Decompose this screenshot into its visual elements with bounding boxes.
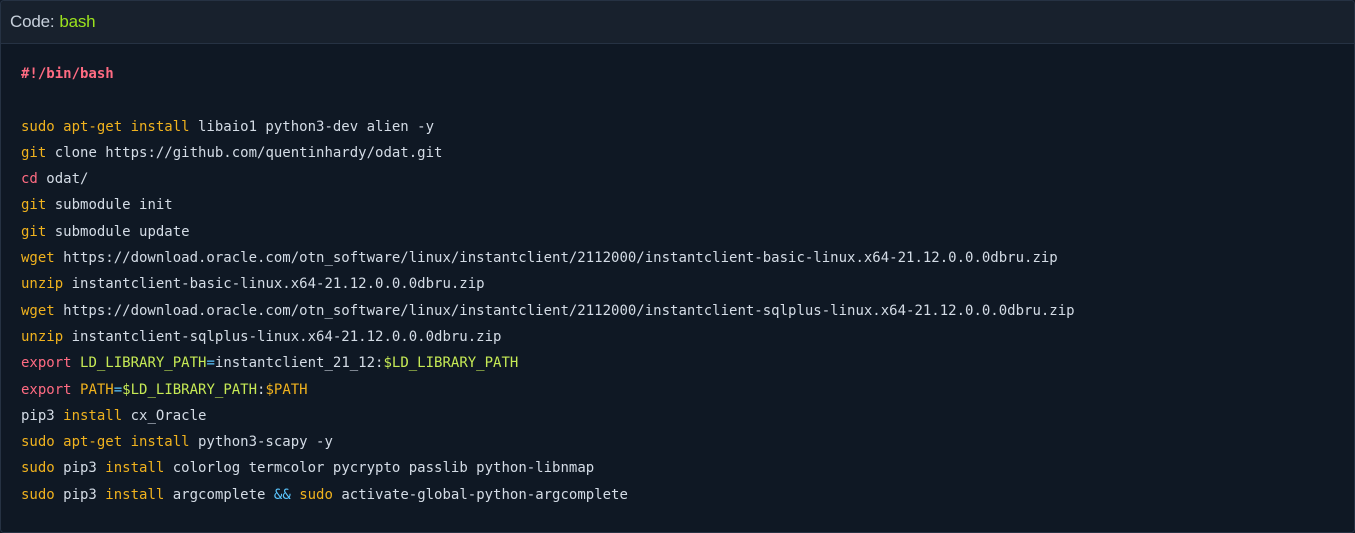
code-token: cx_Oracle: [122, 407, 207, 424]
code-green-token: LD_LIBRARY_PATH: [80, 355, 207, 372]
code-token: https://download.oracle.com/otn_software…: [54, 250, 1058, 267]
code-token: instantclient-basic-linux.x64-21.12.0.0.…: [63, 276, 485, 293]
code-git-token: git: [21, 144, 47, 161]
code-kw-token: sudo apt-get install: [21, 434, 190, 451]
code-token: libaio1 python3-dev alien -y: [189, 118, 435, 135]
code-git-token: git: [21, 197, 47, 214]
code-token: https://download.oracle.com/otn_software…: [54, 302, 1075, 319]
language-label: bash: [59, 12, 96, 31]
code-label: Code:: [10, 12, 55, 31]
code-token: argcomplete: [164, 486, 274, 503]
code-line[interactable]: git clone https://github.com/quentinhard…: [21, 140, 1334, 166]
code-op-token: =: [206, 355, 215, 372]
code-line[interactable]: sudo pip3 install colorlog termcolor pyc…: [21, 455, 1334, 481]
code-kw-token: sudo: [21, 460, 55, 477]
code-line[interactable]: unzip instantclient-basic-linux.x64-21.1…: [21, 271, 1334, 297]
code-kw-token: wget: [21, 302, 55, 319]
code-kw-token: install: [105, 460, 165, 477]
code-green-token: $LD_LIBRARY_PATH: [383, 355, 519, 372]
code-line[interactable]: export PATH=$LD_LIBRARY_PATH:$PATH: [21, 377, 1334, 403]
code-token: colorlog termcolor pycrypto passlib pyth…: [164, 460, 595, 477]
code-builtin-token: export: [21, 381, 72, 398]
code-kw-token: install: [54, 407, 123, 424]
code-builtin-token: export: [21, 355, 72, 372]
code-token: odat/: [37, 171, 89, 188]
code-token: pip3: [21, 407, 55, 424]
code-git-token: git: [21, 223, 47, 240]
code-line[interactable]: [21, 87, 1334, 113]
code-line[interactable]: export LD_LIBRARY_PATH=instantclient_21_…: [21, 350, 1334, 376]
code-line[interactable]: #!/bin/bash: [21, 61, 1334, 87]
code-line[interactable]: sudo pip3 install argcomplete && sudo ac…: [21, 482, 1334, 508]
code-shebang-token: #!/bin/bash: [21, 66, 114, 82]
code-token: pip3: [54, 460, 106, 477]
code-block[interactable]: #!/bin/bash sudo apt-get install libaio1 …: [21, 61, 1334, 508]
code-kw-token: sudo: [21, 486, 55, 503]
code-line[interactable]: unzip instantclient-sqlplus-linux.x64-21…: [21, 324, 1334, 350]
code-line[interactable]: sudo apt-get install python3-scapy -y: [21, 429, 1334, 455]
code-header: Code: bash: [1, 1, 1354, 44]
code-kw-token: PATH: [80, 381, 114, 398]
code-op-token: =: [113, 381, 123, 398]
code-kw-token: unzip: [21, 328, 64, 345]
code-body[interactable]: #!/bin/bash sudo apt-get install libaio1 …: [1, 45, 1354, 532]
code-line[interactable]: wget https://download.oracle.com/otn_sof…: [21, 245, 1334, 271]
code-op-token: &&: [273, 486, 291, 503]
code-token: submodule update: [46, 223, 190, 240]
code-line[interactable]: cd odat/: [21, 166, 1334, 192]
code-token: activate-global-python-argcomplete: [332, 486, 628, 503]
code-kw-token: sudo apt-get install: [21, 118, 190, 135]
code-token: python3-scapy -y: [189, 434, 333, 451]
code-line[interactable]: wget https://download.oracle.com/otn_sof…: [21, 298, 1334, 324]
code-builtin-token: cd: [21, 171, 38, 188]
code-card: Code: bash #!/bin/bash sudo apt-get insta…: [0, 0, 1355, 533]
code-line[interactable]: pip3 install cx_Oracle: [21, 403, 1334, 429]
code-token: clone https://github.com/quentinhardy/od…: [46, 144, 443, 161]
code-kw-token: $PATH: [265, 381, 308, 398]
code-kw-token: wget: [21, 250, 55, 267]
code-token: instantclient_21_12:: [214, 355, 384, 372]
code-token: instantclient-sqlplus-linux.x64-21.12.0.…: [63, 328, 502, 345]
code-kw-token: unzip: [21, 276, 64, 293]
code-content[interactable]: #!/bin/bash sudo apt-get install libaio1 …: [21, 61, 1334, 508]
code-kw-token: sudo: [299, 486, 333, 503]
code-line[interactable]: git submodule init: [21, 192, 1334, 218]
code-kw-token: install: [105, 486, 165, 503]
code-line[interactable]: git submodule update: [21, 219, 1334, 245]
code-green-token: $LD_LIBRARY_PATH: [122, 381, 258, 398]
code-token: submodule init: [46, 197, 173, 214]
code-token: pip3: [54, 486, 106, 503]
code-line[interactable]: sudo apt-get install libaio1 python3-dev…: [21, 114, 1334, 140]
